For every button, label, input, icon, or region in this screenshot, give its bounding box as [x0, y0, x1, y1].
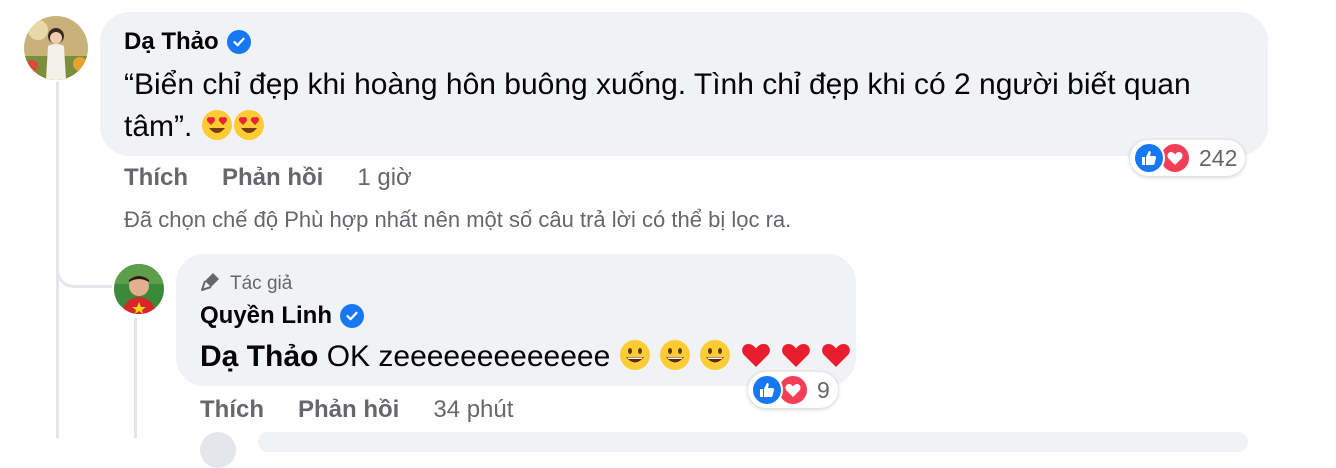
next-reply-bubble [258, 432, 1248, 452]
like-button[interactable]: Thích [124, 164, 188, 192]
reply-author-name[interactable]: Quyền Linh [200, 302, 332, 330]
author-badge: Tác giả [200, 270, 292, 298]
reaction-count: 9 [817, 376, 830, 403]
grinning-emoji-icon [619, 339, 651, 383]
comment-actions: Thích Phản hồi 1 giờ [124, 164, 412, 192]
grinning-emoji-icon [659, 339, 691, 383]
comment-reactions[interactable]: 242 [1130, 140, 1246, 176]
reply-reactions[interactable]: 9 [748, 372, 838, 408]
reply-timestamp[interactable]: 34 phút [433, 396, 513, 424]
verified-badge-icon [340, 304, 364, 328]
like-button[interactable]: Thích [200, 396, 264, 424]
avatar[interactable] [24, 16, 88, 80]
thread-line-reply [134, 318, 137, 438]
reply-text-content: OK zeeeeeeeeeeeee [326, 340, 611, 373]
like-reaction-icon [1133, 142, 1165, 174]
reply-avatar[interactable] [114, 264, 164, 314]
like-reaction-icon [751, 374, 783, 406]
next-reply-avatar[interactable] [200, 432, 236, 468]
heart-eyes-emoji-icon [201, 109, 233, 153]
thread-line [56, 82, 59, 438]
comment-timestamp[interactable]: 1 giờ [357, 164, 411, 192]
comment-text: “Biển chỉ đẹp khi hoàng hôn buông xuống.… [124, 64, 1244, 153]
reply-button[interactable]: Phản hồi [298, 396, 399, 424]
reply-bubble: Tác giả Quyền Linh Dạ Thảo OK zeeeeeeeee… [176, 254, 856, 386]
microphone-icon [200, 270, 222, 298]
reply-button[interactable]: Phản hồi [222, 164, 323, 192]
verified-badge-icon [226, 30, 251, 54]
heart-eyes-emoji-icon [233, 109, 265, 153]
comment-author[interactable]: Dạ Thảo [124, 28, 251, 56]
grinning-emoji-icon [699, 339, 731, 383]
comment-text-content: “Biển chỉ đẹp khi hoàng hôn buông xuống.… [124, 68, 1191, 143]
author-badge-label: Tác giả [230, 273, 293, 294]
reaction-count: 242 [1199, 144, 1238, 171]
mention-link[interactable]: Dạ Thảo [200, 340, 318, 373]
thread-elbow [56, 262, 112, 288]
comment-bubble: Dạ Thảo “Biển chỉ đẹp khi hoàng hôn buôn… [100, 12, 1268, 156]
reply-author[interactable]: Quyền Linh [200, 302, 364, 330]
filter-notice: Đã chọn chế độ Phù hợp nhất nên một số c… [124, 207, 792, 232]
reply-actions: Thích Phản hồi 34 phút [200, 396, 513, 424]
comment-author-name[interactable]: Dạ Thảo [124, 28, 219, 56]
